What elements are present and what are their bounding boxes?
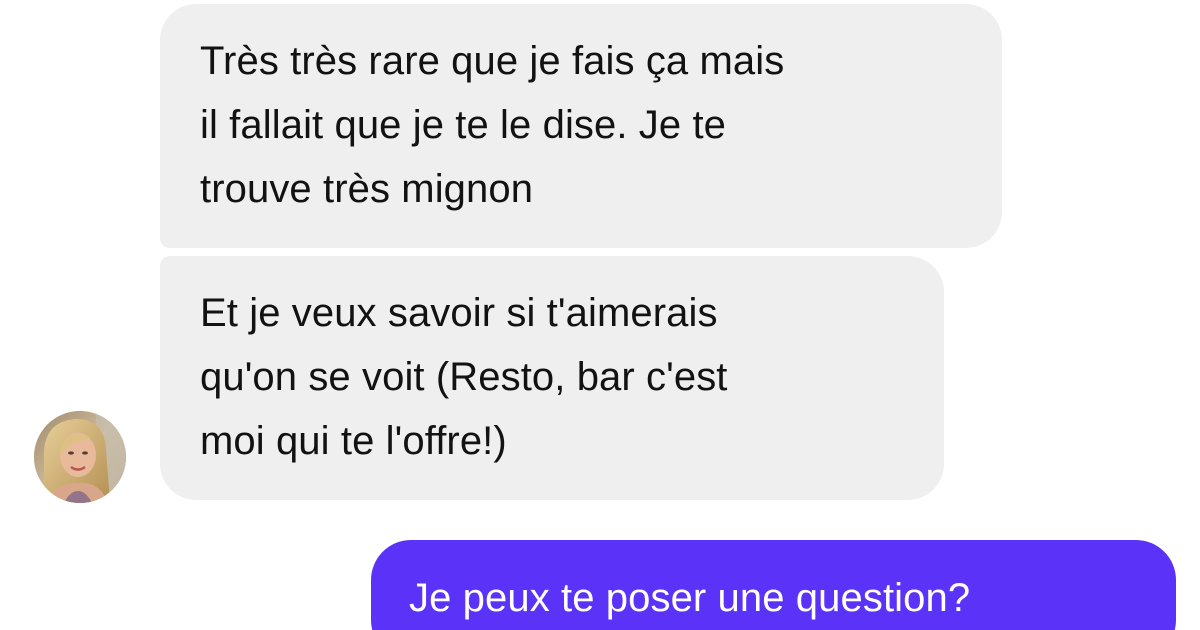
chat-thread: Très très rare que je fais ça mais il fa… bbox=[0, 0, 1200, 630]
outgoing-message-bubble[interactable]: Je peux te poser une question? bbox=[371, 540, 1176, 630]
incoming-message-bubble[interactable]: Très très rare que je fais ça mais il fa… bbox=[160, 4, 1002, 248]
contact-avatar[interactable] bbox=[34, 411, 126, 503]
contact-photo-icon bbox=[34, 411, 126, 503]
incoming-message-bubble[interactable]: Et je veux savoir si t'aimerais qu'on se… bbox=[160, 256, 944, 500]
